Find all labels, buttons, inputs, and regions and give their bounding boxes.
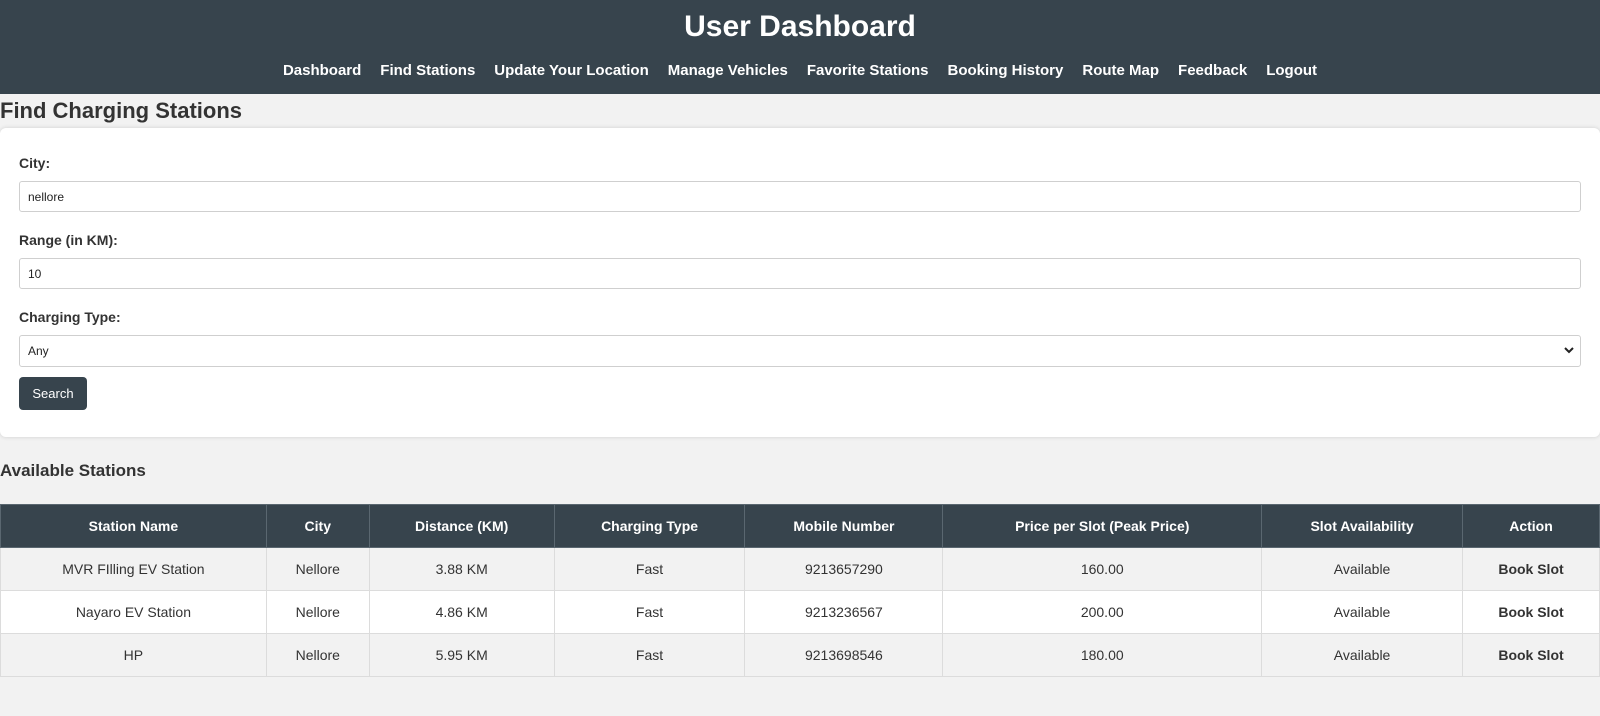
distance-cell: 3.88 KM: [368, 547, 555, 591]
city-input[interactable]: [19, 181, 1581, 212]
mobile-number-cell: 9213698546: [744, 633, 944, 677]
range-label: Range (in KM):: [19, 232, 118, 248]
action-cell: Book Slot: [1462, 590, 1600, 634]
station-name-cell: Nayaro EV Station: [0, 590, 267, 634]
charging-type-select[interactable]: Any: [19, 335, 1581, 367]
slot-availability-cell: Available: [1261, 633, 1463, 677]
chevron-down-icon: [1564, 347, 1574, 354]
stations-table: Station Name City Distance (KM) Charging…: [0, 504, 1600, 677]
table-row: Nayaro EV Station Nellore 4.86 KM Fast 9…: [0, 590, 1600, 634]
price-cell: 180.00: [942, 633, 1263, 677]
nav-dashboard[interactable]: Dashboard: [283, 62, 361, 80]
city-cell: Nellore: [265, 633, 370, 677]
main-nav: Dashboard Find Stations Update Your Loca…: [0, 62, 1600, 80]
slot-availability-cell: Available: [1261, 547, 1463, 591]
col-price: Price per Slot (Peak Price): [942, 504, 1263, 548]
nav-booking-history[interactable]: Booking History: [948, 62, 1064, 80]
nav-manage-vehicles[interactable]: Manage Vehicles: [668, 62, 788, 80]
city-cell: Nellore: [265, 547, 370, 591]
charging-type-cell: Fast: [553, 590, 746, 634]
action-cell: Book Slot: [1462, 633, 1600, 677]
col-charging-type: Charging Type: [553, 504, 746, 548]
col-mobile-number: Mobile Number: [744, 504, 944, 548]
distance-cell: 5.95 KM: [368, 633, 555, 677]
book-slot-link[interactable]: Book Slot: [1498, 604, 1563, 620]
book-slot-link[interactable]: Book Slot: [1498, 561, 1563, 577]
col-distance: Distance (KM): [368, 504, 555, 548]
charging-type-label: Charging Type:: [19, 309, 121, 325]
col-city: City: [265, 504, 370, 548]
distance-cell: 4.86 KM: [368, 590, 555, 634]
price-cell: 160.00: [942, 547, 1263, 591]
city-cell: Nellore: [265, 590, 370, 634]
col-action: Action: [1462, 504, 1600, 548]
nav-logout[interactable]: Logout: [1266, 62, 1317, 80]
dashboard-title: User Dashboard: [684, 10, 916, 43]
available-stations-title: Available Stations: [0, 461, 146, 480]
price-cell: 200.00: [942, 590, 1263, 634]
charging-type-cell: Fast: [553, 547, 746, 591]
range-input[interactable]: [19, 258, 1581, 289]
search-button[interactable]: Search: [19, 377, 87, 410]
table-header-row: Station Name City Distance (KM) Charging…: [0, 504, 1600, 548]
table-row: HP Nellore 5.95 KM Fast 9213698546 180.0…: [0, 633, 1600, 677]
nav-find-stations[interactable]: Find Stations: [380, 62, 475, 80]
nav-update-location[interactable]: Update Your Location: [494, 62, 648, 80]
nav-route-map[interactable]: Route Map: [1082, 62, 1159, 80]
search-form-card: City: Range (in KM): Charging Type: Any …: [0, 128, 1600, 437]
col-station-name: Station Name: [0, 504, 267, 548]
station-name-cell: HP: [0, 633, 267, 677]
station-name-cell: MVR FIlling EV Station: [0, 547, 267, 591]
book-slot-link[interactable]: Book Slot: [1498, 647, 1563, 663]
slot-availability-cell: Available: [1261, 590, 1463, 634]
action-cell: Book Slot: [1462, 547, 1600, 591]
nav-feedback[interactable]: Feedback: [1178, 62, 1247, 80]
mobile-number-cell: 9213657290: [744, 547, 944, 591]
col-slot-availability: Slot Availability: [1261, 504, 1463, 548]
page-title: Find Charging Stations: [0, 98, 242, 123]
charging-type-value: Any: [19, 335, 1581, 367]
city-label: City:: [19, 155, 51, 171]
nav-favorite-stations[interactable]: Favorite Stations: [807, 62, 929, 80]
table-row: MVR FIlling EV Station Nellore 3.88 KM F…: [0, 547, 1600, 591]
charging-type-cell: Fast: [553, 633, 746, 677]
mobile-number-cell: 9213236567: [744, 590, 944, 634]
top-header: User Dashboard Dashboard Find Stations U…: [0, 0, 1600, 94]
